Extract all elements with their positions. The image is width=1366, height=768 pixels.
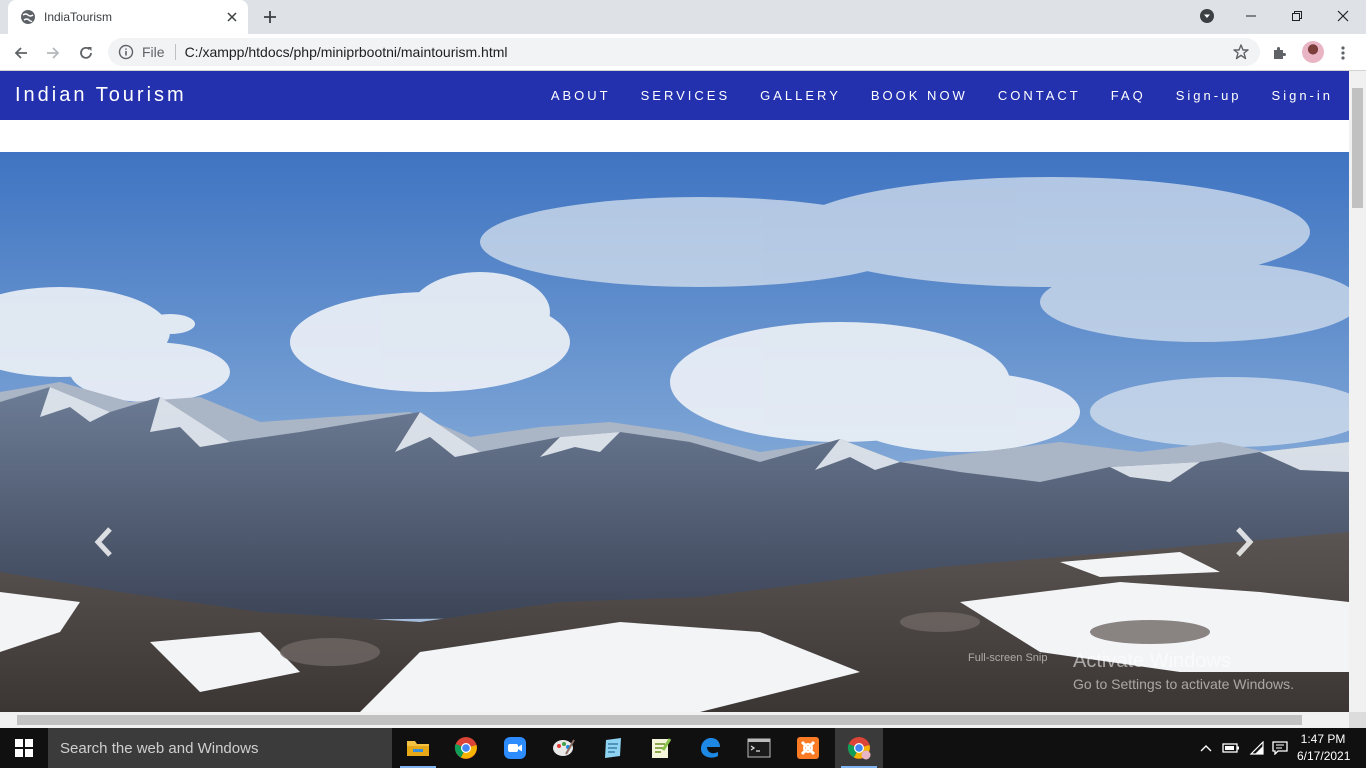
minimize-icon xyxy=(1246,15,1256,17)
close-icon[interactable] xyxy=(224,9,240,25)
file-explorer-icon[interactable] xyxy=(394,728,442,768)
notepad-plus-plus-icon[interactable] xyxy=(637,728,685,768)
media-control-button[interactable] xyxy=(1192,0,1222,32)
address-separator xyxy=(174,44,176,60)
reload-icon xyxy=(80,46,92,59)
nav-contact[interactable]: CONTACT xyxy=(998,88,1081,103)
notification-icon[interactable] xyxy=(1270,728,1290,768)
back-button[interactable] xyxy=(8,40,34,66)
nav-services[interactable]: SERVICES xyxy=(641,88,731,103)
site-nav-links: ABOUT SERVICES GALLERY BOOK NOW CONTACT … xyxy=(521,88,1333,103)
nav-gallery[interactable]: GALLERY xyxy=(760,88,841,103)
puzzle-icon xyxy=(1274,47,1286,59)
command-prompt-icon[interactable] xyxy=(735,728,783,768)
nav-sign-in[interactable]: Sign-in xyxy=(1272,88,1333,103)
arrow-left-icon xyxy=(14,47,27,59)
activate-windows-subtitle: Go to Settings to activate Windows. xyxy=(1073,676,1294,692)
windows-taskbar: Search the web and Windows 1:47 PM 6/17/… xyxy=(0,728,1366,768)
extensions-button[interactable] xyxy=(1268,42,1290,64)
edge-icon[interactable] xyxy=(686,728,734,768)
carousel-next-button[interactable] xyxy=(1230,522,1258,562)
paint-icon[interactable] xyxy=(540,728,588,768)
carousel-prev-button[interactable] xyxy=(90,522,118,562)
page-viewport: Indian Tourism ABOUT SERVICES GALLERY BO… xyxy=(0,71,1349,712)
notepad-icon[interactable] xyxy=(589,728,637,768)
star-icon[interactable] xyxy=(1232,43,1250,61)
chevron-left-icon xyxy=(94,527,112,557)
vertical-scroll-thumb[interactable] xyxy=(1352,88,1363,208)
new-tab-button[interactable] xyxy=(258,6,282,28)
site-brand[interactable]: Indian Tourism xyxy=(15,84,187,107)
nav-faq[interactable]: FAQ xyxy=(1111,88,1146,103)
media-control-icon xyxy=(1200,9,1214,23)
chevron-right-icon xyxy=(1236,527,1254,557)
close-window-button[interactable] xyxy=(1320,0,1366,32)
xampp-icon[interactable] xyxy=(784,728,832,768)
restore-icon xyxy=(1292,11,1302,21)
clock-time: 1:47 PM xyxy=(1300,732,1346,746)
chevron-up-icon[interactable] xyxy=(1196,728,1216,768)
globe-icon xyxy=(20,9,36,25)
browser-tab[interactable]: IndiaTourism xyxy=(8,0,248,34)
nav-sign-up[interactable]: Sign-up xyxy=(1176,88,1242,103)
tab-title: IndiaTourism xyxy=(44,10,113,24)
vertical-scrollbar[interactable] xyxy=(1349,71,1366,712)
horizontal-scroll-thumb[interactable] xyxy=(17,715,1302,725)
nav-book-now[interactable]: BOOK NOW xyxy=(871,88,968,103)
battery-icon[interactable] xyxy=(1220,728,1242,768)
taskbar-search[interactable]: Search the web and Windows xyxy=(48,728,392,768)
windows-logo-icon xyxy=(15,739,33,757)
address-url[interactable]: C:/xampp/htdocs/php/miniprbootni/maintou… xyxy=(185,44,1232,60)
browser-menu-button[interactable] xyxy=(1332,42,1354,64)
info-icon[interactable] xyxy=(118,44,134,60)
plus-icon xyxy=(264,11,276,23)
arrow-right-icon xyxy=(47,47,60,59)
wifi-icon[interactable] xyxy=(1246,728,1268,768)
browser-toolbar: File C:/xampp/htdocs/php/miniprbootni/ma… xyxy=(0,34,1366,71)
profile-avatar[interactable] xyxy=(1302,41,1324,63)
kebab-menu-icon xyxy=(1341,46,1345,60)
mountain-landscape-image xyxy=(0,152,1349,712)
hero-carousel: Full-screen Snip Activate Windows Go to … xyxy=(0,152,1349,712)
snip-watermark: Full-screen Snip xyxy=(968,652,1048,664)
taskbar-clock[interactable]: 1:47 PM 6/17/2021 xyxy=(1297,731,1351,765)
scrollbar-corner xyxy=(1349,712,1366,728)
browser-tab-strip: IndiaTourism xyxy=(0,0,1366,34)
minimize-button[interactable] xyxy=(1228,0,1274,32)
taskbar-search-placeholder: Search the web and Windows xyxy=(60,739,259,757)
clock-date: 6/17/2021 xyxy=(1297,749,1351,763)
address-scheme: File xyxy=(142,44,165,60)
reload-button[interactable] xyxy=(73,40,99,66)
close-icon xyxy=(1337,10,1349,22)
forward-button[interactable] xyxy=(40,40,66,66)
zoom-icon[interactable] xyxy=(491,728,539,768)
nav-about[interactable]: ABOUT xyxy=(551,88,611,103)
restore-button[interactable] xyxy=(1274,0,1320,32)
chrome-icon[interactable] xyxy=(442,728,490,768)
chrome-profile-icon[interactable] xyxy=(835,728,883,768)
address-bar[interactable]: File C:/xampp/htdocs/php/miniprbootni/ma… xyxy=(108,38,1260,66)
horizontal-scrollbar[interactable] xyxy=(0,712,1349,728)
start-button[interactable] xyxy=(0,728,48,768)
site-navbar: Indian Tourism ABOUT SERVICES GALLERY BO… xyxy=(0,71,1349,120)
activate-windows-title: Activate Windows xyxy=(1073,650,1231,672)
